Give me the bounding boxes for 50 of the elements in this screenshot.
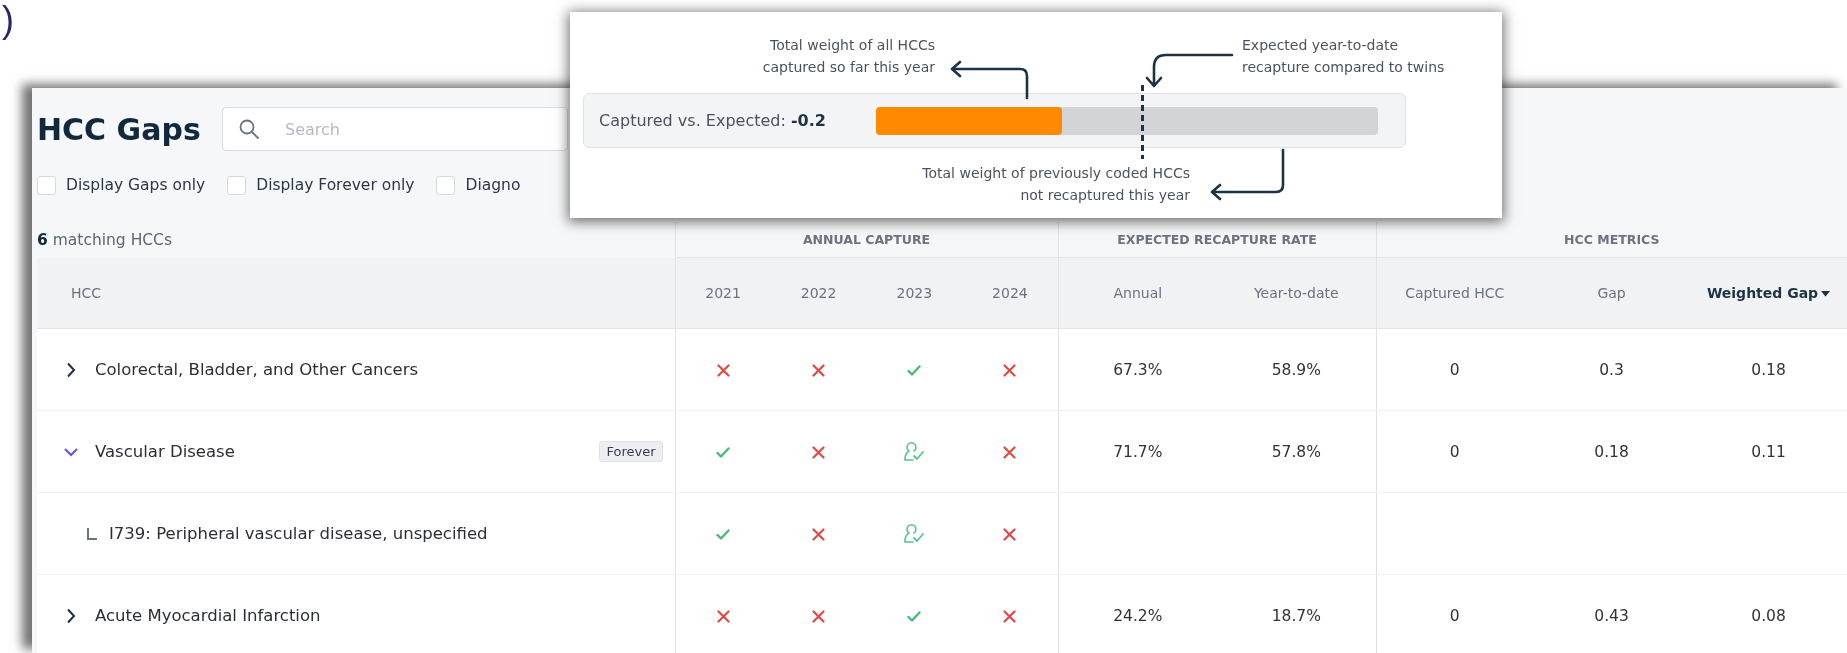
column-group-header: HCC METRICS [1564, 232, 1660, 247]
column-header[interactable]: 2021 [705, 285, 741, 301]
table-cell: 58.9% [1271, 360, 1321, 379]
caret-icon [1821, 291, 1831, 297]
column-header[interactable]: Captured HCC [1405, 285, 1505, 301]
checkbox-label: Display Forever only [256, 176, 415, 194]
table-cell: 0.3 [1599, 360, 1624, 379]
checkbox[interactable] [227, 175, 247, 195]
annotation-text: Expected year-to-date recapture compared to twins [1242, 36, 1445, 77]
column-header[interactable]: 2022 [800, 285, 837, 301]
annotation-text: Total weight of previously coded HCCs not recaptured this year [922, 164, 1190, 205]
capture-summary-label: Captured vs. Expected: -0.2 [599, 111, 826, 130]
annotation-text: Total weight of all HCCs captured so far this year [762, 36, 935, 77]
checkbox[interactable] [436, 175, 456, 195]
column-header[interactable]: Weighted Gap [1706, 285, 1831, 301]
checkbox[interactable] [37, 175, 56, 195]
match-count: 6 matching HCCs [37, 230, 173, 249]
table-cell: 67.3% [1113, 360, 1163, 379]
diagnosis-name: I739: Peripheral vascular disease, unspecified [109, 524, 488, 543]
column-header[interactable]: Year-to-date [1253, 285, 1339, 301]
page-title: HCC Gaps [37, 111, 202, 147]
table-cell: 0.11 [1751, 442, 1786, 461]
table-cell: 0 [1449, 360, 1460, 379]
table-cell: 0 [1449, 606, 1460, 625]
table-cell: 24.2% [1113, 606, 1163, 625]
forever-badge: Forever [599, 441, 663, 462]
checkbox-label: Diagno [465, 176, 521, 194]
table-cell: 0 [1449, 442, 1460, 461]
table-cell: 0.43 [1594, 606, 1629, 625]
checkbox-label: Display Gaps only [66, 176, 206, 194]
column-header[interactable]: 2024 [992, 285, 1028, 301]
figure-label: ) [2, 0, 14, 40]
column-header[interactable]: Annual [1113, 285, 1163, 301]
table-cell: 18.7% [1271, 606, 1321, 625]
table-cell: 57.8% [1271, 442, 1321, 461]
branch-icon [87, 527, 97, 540]
column-header[interactable]: 2023 [896, 285, 933, 301]
hcc-name: Vascular Disease [95, 442, 235, 461]
hcc-name: Acute Myocardial Infarction [95, 606, 321, 625]
column-group-header: EXPECTED RECAPTURE RATE [1117, 232, 1317, 247]
hcc-name: Colorectal, Bladder, and Other Cancers [95, 360, 419, 379]
table-cell: 0.08 [1751, 606, 1786, 625]
column-header[interactable]: HCC [71, 284, 102, 301]
table-cell: 71.7% [1113, 442, 1163, 461]
table-cell: 0.18 [1594, 442, 1629, 461]
column-group-header: ANNUAL CAPTURE [802, 232, 931, 247]
table-cell: 0.18 [1751, 360, 1786, 379]
search-icon [238, 118, 260, 140]
search-field[interactable]: Search [222, 107, 568, 151]
column-header[interactable]: Gap [1597, 285, 1626, 301]
